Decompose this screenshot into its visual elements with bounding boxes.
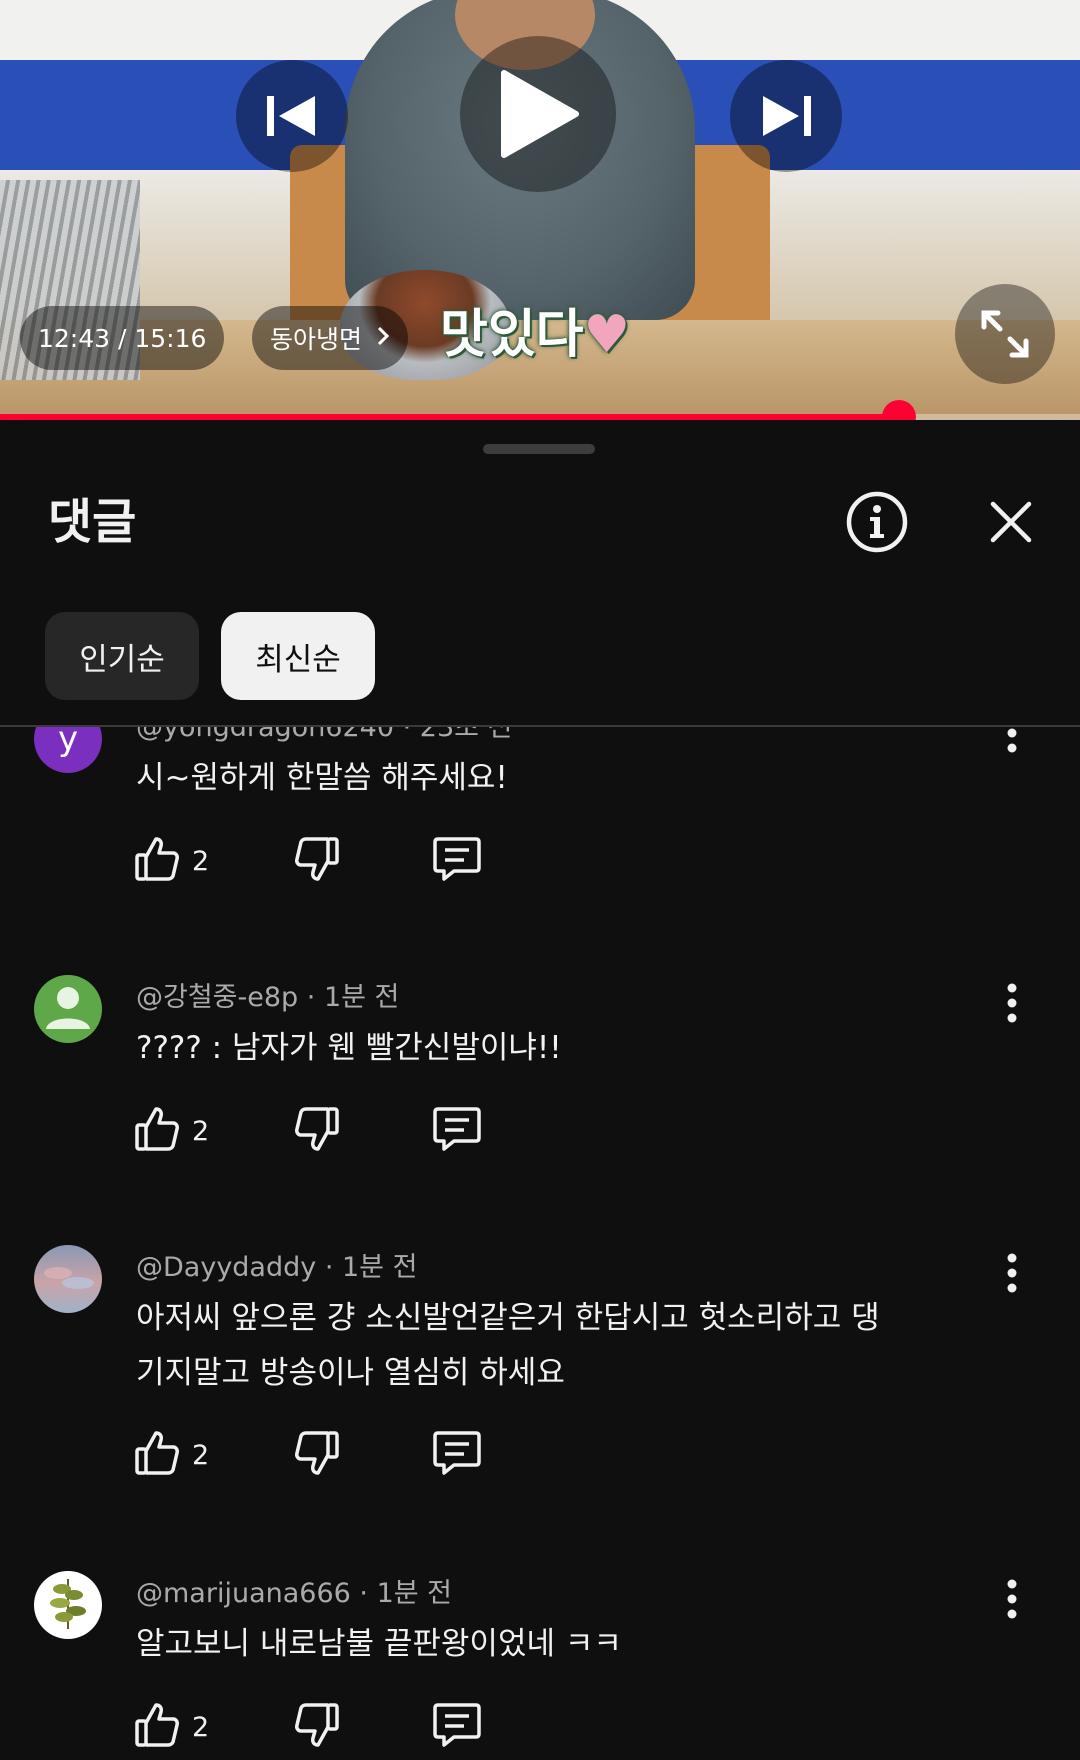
- profile-photo-icon: [34, 1245, 102, 1313]
- more-vert-icon: [1007, 727, 1017, 757]
- video-caption-text: 맛있다: [440, 305, 584, 365]
- fullscreen-icon: [978, 307, 1032, 361]
- comment-time: 1분 전: [341, 1252, 418, 1283]
- reply-icon: [432, 1105, 482, 1157]
- avatar-letter: y: [57, 727, 79, 759]
- like-count: 2: [192, 1439, 210, 1471]
- reply-button[interactable]: [432, 1103, 482, 1159]
- more-vert-icon: [1007, 1579, 1017, 1623]
- heart-icon: ♥: [583, 305, 631, 365]
- thumb-down-icon: [294, 1701, 340, 1753]
- comment-actions: 2: [134, 833, 634, 889]
- more-vert-icon: [1007, 983, 1017, 1027]
- more-options-button[interactable]: [990, 1571, 1034, 1631]
- close-icon: [989, 500, 1033, 548]
- sort-chip-newest[interactable]: 최신순: [221, 612, 375, 700]
- comment-text: 시~원하게 한말씀 해주세요!: [136, 760, 508, 796]
- skip-previous-icon: [265, 92, 319, 140]
- like-button[interactable]: 2: [134, 1427, 209, 1483]
- skip-next-icon: [759, 92, 813, 140]
- comment-author[interactable]: @yongdragon6240: [136, 727, 394, 743]
- comment-meta: @marijuana666 · 1분 전: [136, 1578, 453, 1609]
- comment-time: 1분 전: [376, 1578, 453, 1609]
- thumb-down-icon: [294, 835, 340, 887]
- comment-actions: 2: [134, 1427, 634, 1483]
- thumb-down-icon: [294, 1105, 340, 1157]
- info-button[interactable]: [843, 490, 911, 558]
- comment-time: 23초 전: [419, 727, 513, 743]
- thumb-up-icon: [134, 1429, 180, 1481]
- like-button[interactable]: 2: [134, 1699, 209, 1755]
- comment-text: ???? : 남자가 웬 빨간신발이냐!!: [136, 1030, 562, 1066]
- thumb-down-icon: [294, 1429, 340, 1481]
- avatar[interactable]: y: [34, 727, 102, 773]
- more-vert-icon: [1007, 1253, 1017, 1297]
- comment-meta: @강철중-e8p · 1분 전: [136, 982, 400, 1013]
- comment-author[interactable]: @Dayydaddy: [136, 1252, 316, 1283]
- info-icon: [845, 490, 909, 558]
- dislike-button[interactable]: [294, 833, 340, 889]
- like-count: 2: [192, 845, 210, 877]
- comment-author[interactable]: @강철중-e8p: [136, 982, 298, 1013]
- default-user-icon: [34, 975, 102, 1043]
- time-display: 12:43 / 15:16: [20, 306, 225, 370]
- reply-button[interactable]: [432, 1699, 482, 1755]
- comment-time: 1분 전: [323, 982, 400, 1013]
- panel-title: 댓글: [48, 494, 137, 550]
- comment-author[interactable]: @marijuana666: [136, 1578, 351, 1609]
- skip-previous-button[interactable]: [236, 60, 348, 172]
- comment-meta: @yongdragon6240 · 23초 전: [136, 727, 512, 744]
- close-button[interactable]: [977, 490, 1045, 558]
- chapter-button[interactable]: 동아냉면: [252, 306, 409, 370]
- video-player[interactable]: 12:43 / 15:16 동아냉면 맛있다♥: [0, 0, 1080, 420]
- time-display-text: 12:43 / 15:16: [38, 323, 207, 353]
- avatar[interactable]: [34, 1571, 102, 1639]
- more-options-button[interactable]: [990, 727, 1034, 765]
- thumb-up-icon: [134, 835, 180, 887]
- comment-text: 아저씨 앞으론 걍 소신발언같은거 한답시고 헛소리하고 댕기지말고 방송이나 …: [136, 1300, 880, 1391]
- comment-text: 알고보니 내로남불 끝판왕이었네 ㅋㅋ: [136, 1626, 622, 1662]
- fullscreen-button[interactable]: [955, 284, 1055, 384]
- dislike-button[interactable]: [294, 1427, 340, 1483]
- avatar[interactable]: [34, 975, 102, 1043]
- reply-icon: [432, 1701, 482, 1753]
- sort-chip-top[interactable]: 인기순: [45, 612, 199, 700]
- dislike-button[interactable]: [294, 1699, 340, 1755]
- comment-actions: 2: [134, 1103, 634, 1159]
- plant-icon: [34, 1571, 102, 1639]
- like-count: 2: [192, 1711, 210, 1743]
- sort-chip-newest-label: 최신순: [255, 641, 341, 678]
- chapter-title: 동아냉면: [270, 325, 363, 354]
- avatar[interactable]: [34, 1245, 102, 1313]
- sort-chip-top-label: 인기순: [79, 641, 165, 678]
- comment-meta: @Dayydaddy · 1분 전: [136, 1252, 418, 1283]
- thumb-up-icon: [134, 1701, 180, 1753]
- play-button[interactable]: [460, 36, 616, 192]
- drag-handle[interactable]: [483, 444, 595, 454]
- comment-list[interactable]: y @yongdragon6240 · 23초 전 시~원하게 한말씀 해주세요…: [0, 727, 1080, 1760]
- chevron-right-icon: [376, 324, 390, 353]
- reply-icon: [432, 835, 482, 887]
- like-button[interactable]: 2: [134, 833, 209, 889]
- comment-actions: 2: [134, 1699, 634, 1755]
- play-icon: [496, 69, 580, 159]
- more-options-button[interactable]: [990, 975, 1034, 1035]
- video-caption-overlay: 맛있다♥: [440, 292, 630, 367]
- like-button[interactable]: 2: [134, 1103, 209, 1159]
- more-options-button[interactable]: [990, 1245, 1034, 1305]
- reply-button[interactable]: [432, 1427, 482, 1483]
- like-count: 2: [192, 1115, 210, 1147]
- comments-panel: 댓글 인기순 최신순 y @yongdragon6240 · 23초 전 시~원: [0, 420, 1080, 1760]
- thumb-up-icon: [134, 1105, 180, 1157]
- skip-next-button[interactable]: [730, 60, 842, 172]
- reply-icon: [432, 1429, 482, 1481]
- reply-button[interactable]: [432, 833, 482, 889]
- dislike-button[interactable]: [294, 1103, 340, 1159]
